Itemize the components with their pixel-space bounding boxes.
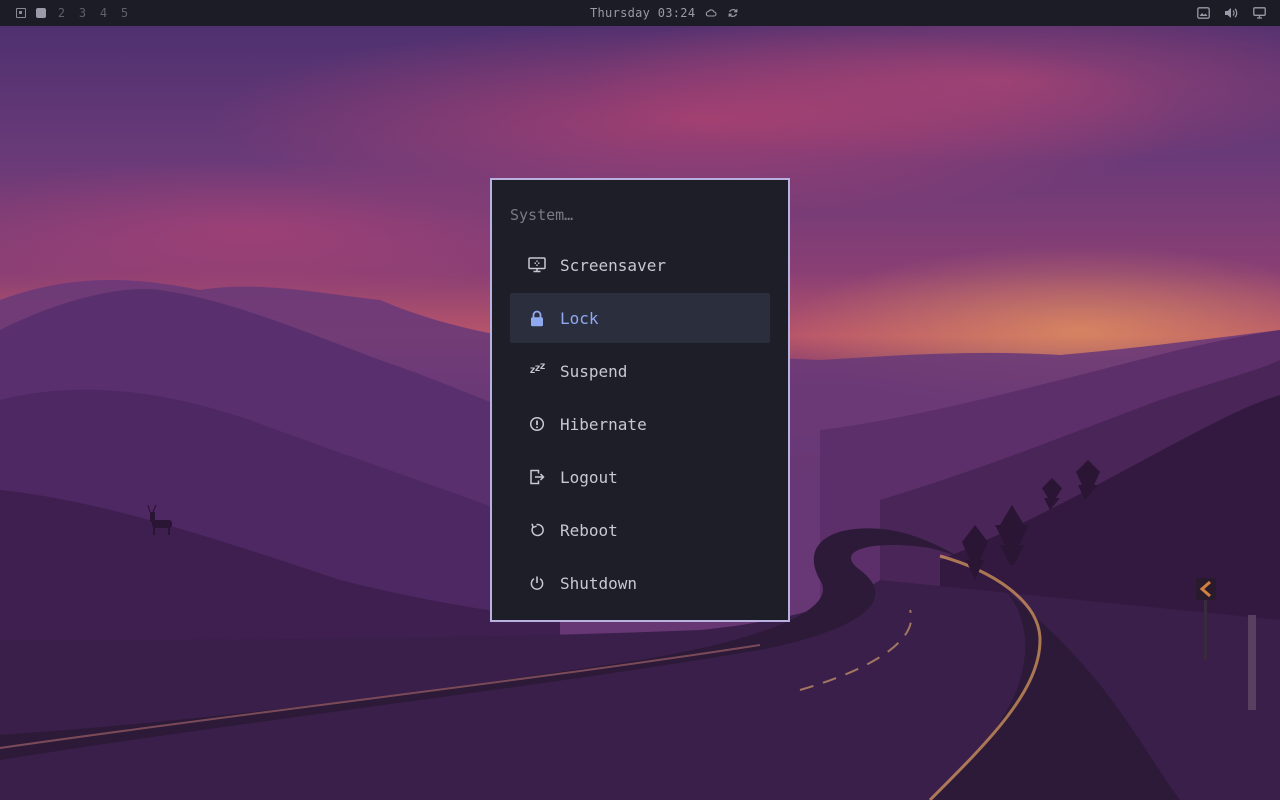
workspace-2[interactable]: 2 [56, 6, 67, 20]
refresh-icon[interactable] [727, 7, 739, 19]
power-icon [528, 574, 546, 592]
menu-item-shutdown[interactable]: Shutdown [510, 558, 770, 608]
menu-list: Screensaver Lock zzz Suspend Hibernate L… [510, 240, 770, 611]
hibernate-icon [528, 415, 546, 433]
top-bar: 2 3 4 5 Thursday 03:24 [0, 0, 1280, 26]
workspace-1-active-icon[interactable] [36, 8, 46, 18]
menu-item-lock[interactable]: Lock [510, 293, 770, 343]
volume-icon[interactable] [1224, 7, 1239, 19]
system-menu: System… Screensaver Lock zzz Suspend Hib… [490, 178, 790, 622]
monitor-icon[interactable] [1253, 7, 1266, 19]
workspace-switcher: 2 3 4 5 [16, 0, 130, 26]
sleep-zzz-icon: zzz [529, 361, 545, 376]
menu-item-screensaver[interactable]: Screensaver [510, 240, 770, 290]
screensaver-icon [528, 256, 546, 274]
clock[interactable]: Thursday 03:24 [590, 6, 695, 20]
layout-icon[interactable] [16, 8, 26, 18]
menu-item-suspend[interactable]: zzz Suspend [510, 346, 770, 396]
workspace-4[interactable]: 4 [98, 6, 109, 20]
image-icon[interactable] [1197, 7, 1210, 19]
menu-item-label: Shutdown [560, 573, 638, 593]
menu-item-label: Lock [560, 308, 599, 328]
reboot-icon [528, 521, 546, 539]
menu-item-label: Suspend [560, 361, 628, 381]
cloud-icon[interactable] [705, 7, 717, 19]
menu-item-reboot[interactable]: Reboot [510, 505, 770, 555]
menu-item-hibernate[interactable]: Hibernate [510, 399, 770, 449]
menu-item-logout[interactable]: Logout [510, 452, 770, 502]
logout-icon [528, 468, 546, 486]
menu-item-label: Hibernate [560, 414, 647, 434]
workspace-5[interactable]: 5 [119, 6, 130, 20]
workspace-3[interactable]: 3 [77, 6, 88, 20]
menu-item-label: Screensaver [560, 255, 666, 275]
menu-item-label: Logout [560, 467, 618, 487]
clock-area: Thursday 03:24 [590, 0, 739, 26]
lock-icon [528, 309, 546, 327]
system-tray [1197, 0, 1266, 26]
menu-prompt[interactable]: System… [510, 206, 573, 224]
menu-item-label: Reboot [560, 520, 618, 540]
